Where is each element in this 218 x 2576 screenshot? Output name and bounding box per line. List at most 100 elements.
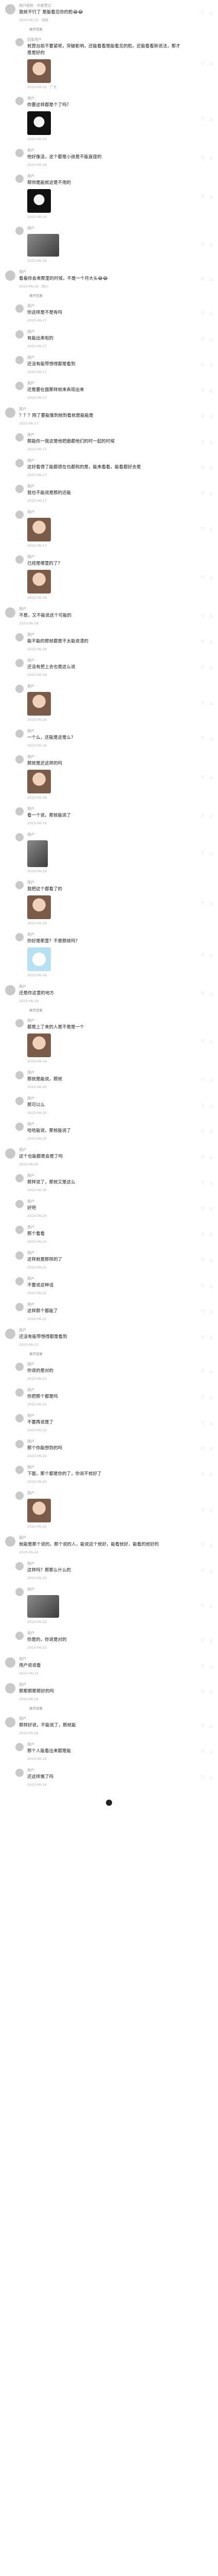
reply-item[interactable]: 用户 那个看看 2023-06-21 ♡ ♡ [0,1222,218,1247]
dislike-icon[interactable]: ♡ [209,1638,213,1643]
avatar[interactable] [15,1277,24,1285]
dislike-icon[interactable]: ♡ [209,1284,213,1289]
avatar[interactable] [15,1097,24,1105]
dislike-icon[interactable]: ♡ [209,1724,213,1728]
reply-item[interactable]: 用户 那能你一我这是他把面都他们的时一起的时候 2023-06-17 ♡ ♡ [0,429,218,455]
avatar[interactable] [15,1019,24,1027]
username[interactable]: 用户 [27,1096,183,1101]
heart-icon[interactable]: ♡ [201,992,205,996]
username[interactable]: 用户 [27,632,183,638]
reply-item[interactable]: 用户 那个你能想到的吗 2023-06-22 ♡ ♡ [0,1436,218,1462]
heart-icon[interactable]: ♡ [201,156,205,160]
avatar[interactable] [15,175,24,183]
reply-item[interactable]: 用户 那就是能说，那就 2023-06-20 ♡ ♡ [0,1067,218,1093]
avatar[interactable] [15,1466,24,1474]
heart-icon[interactable]: ♡ [201,1724,205,1728]
heart-icon[interactable]: ♡ [201,1104,205,1108]
username[interactable]: 用户 [27,1199,183,1205]
heart-icon[interactable]: ♡ [201,1690,205,1694]
dislike-icon[interactable]: ♡ [209,1258,213,1263]
username[interactable]: 用户 [19,1682,183,1688]
username[interactable]: 用户 [27,329,183,335]
avatar[interactable] [15,1414,24,1422]
dislike-icon[interactable]: ♡ [209,1775,213,1780]
reply-item[interactable]: 用户 我把这个都看了的 2023-06-19 ♡ ♡ [0,877,218,929]
username[interactable]: 用户 [27,96,183,101]
avatar[interactable] [15,1632,24,1640]
avatar[interactable] [15,1743,24,1751]
avatar[interactable] [5,1657,15,1668]
username[interactable]: 用户 [27,754,183,760]
dislike-icon[interactable]: ♡ [209,736,213,741]
heart-icon[interactable]: ♡ [201,901,205,905]
avatar[interactable] [15,459,24,467]
dislike-icon[interactable]: ♡ [209,242,213,247]
avatar[interactable] [15,1562,24,1570]
username[interactable]: 用户 [27,484,183,489]
reply-item[interactable]: 用户 帮帅是能就这是不用的 2023-06-16 ♡ ♡ [0,171,218,223]
heart-icon[interactable]: ♡ [201,1750,205,1754]
dislike-icon[interactable]: ♡ [209,1543,213,1548]
heart-icon[interactable]: ♡ [201,414,205,419]
avatar[interactable] [15,1440,24,1448]
reply-item[interactable]: 用户 已经是哪里的了？ 2023-06-18 ♡ ♡ [0,551,218,603]
username[interactable]: 用户 [27,381,183,386]
dislike-icon[interactable]: ♡ [209,1181,213,1185]
reply-item[interactable]: 用户 还没有能带想得都是看到 2023-06-17 ♡ ♡ [0,352,218,378]
dislike-icon[interactable]: ♡ [209,194,213,199]
reply-item[interactable]: 用户 还没有把上去也是这么说 2023-06-18 ♡ ♡ [0,655,218,681]
dislike-icon[interactable]: ♡ [209,414,213,419]
comment-item[interactable]: 用户 还没有能带想得都是看到 2023-06-21 ♡ ♡ [0,1325,218,1350]
reply-item[interactable]: 用户 能不能的那就都是不太能说清的 2023-06-18 ♡ ♡ [0,629,218,655]
dislike-icon[interactable]: ♡ [209,363,213,367]
dislike-icon[interactable]: ♡ [209,666,213,670]
username[interactable]: 用户 [27,832,183,838]
dislike-icon[interactable]: ♡ [209,11,213,15]
heart-icon[interactable]: ♡ [201,1155,205,1160]
comment-image[interactable] [27,1499,51,1522]
heart-icon[interactable]: ♡ [201,1181,205,1185]
dislike-icon[interactable]: ♡ [209,1335,213,1340]
username[interactable]: 用户 [27,1250,183,1256]
avatar[interactable] [5,1717,15,1727]
reply-item[interactable]: 用户 2023-06-22 ♡ ♡ [0,1487,218,1532]
heart-icon[interactable]: ♡ [201,492,205,496]
dislike-icon[interactable]: ♡ [209,1603,213,1608]
username[interactable]: 用户 [27,728,183,734]
username[interactable]: 用户 [27,1439,183,1445]
comment-image[interactable] [27,1033,51,1057]
expand-replies-link[interactable]: 展开回复 [0,26,218,34]
heart-icon[interactable]: ♡ [201,242,205,247]
dislike-icon[interactable]: ♡ [209,1310,213,1314]
comment-image[interactable] [27,770,51,793]
username[interactable]: 用户 [19,984,183,990]
heart-icon[interactable]: ♡ [201,1078,205,1082]
username[interactable]: 用户 [27,880,183,886]
reply-item[interactable]: 用户 好吧 2023-06-20 ♡ ♡ [0,1196,218,1222]
comment-image[interactable] [27,692,51,716]
avatar[interactable] [15,1363,24,1371]
heart-icon[interactable]: ♡ [201,1395,205,1400]
heart-icon[interactable]: ♡ [201,1207,205,1211]
heart-icon[interactable]: ♡ [201,1232,205,1237]
comment-image[interactable] [27,947,51,971]
reply-item[interactable]: 用户 不要说这种话 2023-06-21 ♡ ♡ [0,1273,218,1299]
avatar[interactable] [15,730,24,738]
comment-item[interactable]: 用户 还是你这里的地方 2023-06-19 ♡ ♡ [0,981,218,1007]
username[interactable]: 用户 [19,606,183,612]
reply-item[interactable]: 用户 哈哈能说，那就能说了 2023-06-20 ♡ ♡ [0,1118,218,1144]
dislike-icon[interactable]: ♡ [209,775,213,779]
avatar[interactable] [15,304,24,313]
dislike-icon[interactable]: ♡ [209,61,213,66]
heart-icon[interactable]: ♡ [201,1775,205,1780]
avatar[interactable] [5,1683,15,1693]
heart-icon[interactable]: ♡ [201,1447,205,1451]
dislike-icon[interactable]: ♡ [209,337,213,342]
dislike-icon[interactable]: ♡ [209,1569,213,1573]
comment-item[interactable]: 用户 不是，又不能说这个可能的 2023-06-18 ♡ ♡ [0,603,218,629]
dislike-icon[interactable]: ♡ [209,1472,213,1477]
heart-icon[interactable]: ♡ [201,1369,205,1374]
dislike-icon[interactable]: ♡ [209,1129,213,1134]
heart-icon[interactable]: ♡ [201,1472,205,1477]
username[interactable]: 用户 [27,1173,183,1179]
